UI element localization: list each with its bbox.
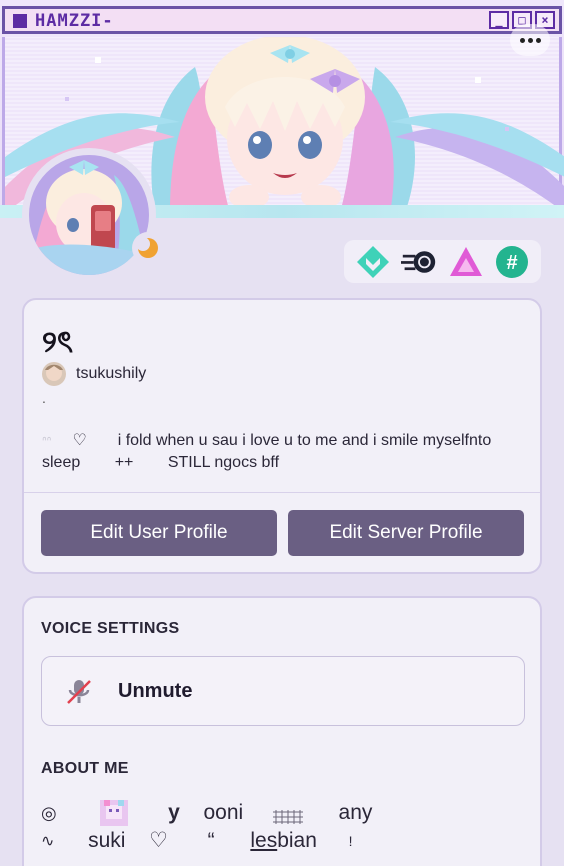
hashtag-badge-icon[interactable]: # <box>494 244 530 280</box>
bio-text-4: STILL ngocs bff <box>167 454 280 471</box>
about-text-any: any <box>338 801 373 824</box>
svg-text:#: # <box>506 252 517 274</box>
more-options-button[interactable] <box>510 24 550 56</box>
avatar[interactable] <box>22 148 164 282</box>
triangle-quest-icon[interactable] <box>448 244 484 280</box>
about-text-bian: bian <box>277 828 317 852</box>
about-me-line-2: ∿ suki ♡ “ lesbian ! <box>41 828 352 853</box>
about-text-les: les <box>250 828 278 852</box>
avatar-illustration <box>29 155 149 275</box>
grid-pattern-icon <box>272 806 303 824</box>
about-text-ooni: ooni <box>203 801 244 824</box>
profile-badges: # <box>344 240 541 283</box>
muted-microphone-icon <box>67 680 91 704</box>
dot-icon <box>535 37 541 43</box>
edit-server-profile-button[interactable]: Edit Server Profile <box>288 510 524 556</box>
bio-dot: . <box>42 390 46 406</box>
username-row: tsukushily <box>42 362 146 386</box>
about-text-y: y <box>168 801 180 824</box>
dot-icon <box>527 37 533 43</box>
target-symbol: ◎ <box>41 802 57 823</box>
about-heart: ♡ <box>149 829 168 852</box>
unmute-label: Unmute <box>118 680 193 702</box>
bio-text-1: i fold when u sau i love u to me and i s… <box>117 432 492 449</box>
profile-card: ୨ৎ tsukushily . ᐢᐢ ♡ i fold when u sau i… <box>22 298 542 574</box>
about-quote: “ <box>207 828 215 852</box>
voice-settings-heading: VOICE SETTINGS <box>41 620 180 637</box>
pixel-window-titlebar: HAMZZI- _ □ × <box>2 6 562 34</box>
pixel-sticker-icon <box>100 800 129 826</box>
wave-symbol: ∿ <box>41 832 55 850</box>
bio-line-2: sleep ++ STILL ngocs bff <box>42 454 279 472</box>
avatar-image <box>29 155 149 275</box>
speed-boost-icon[interactable] <box>401 244 437 280</box>
divider <box>24 492 540 493</box>
settings-card: VOICE SETTINGS Unmute ABOUT ME ◎ y ooni <box>22 596 542 866</box>
window-square-icon <box>13 14 27 28</box>
about-exclaim: ! <box>348 832 353 849</box>
wings-icon: ᐢᐢ <box>42 434 52 448</box>
bio-heart: ♡ <box>72 432 87 449</box>
edit-user-profile-button[interactable]: Edit User Profile <box>41 510 277 556</box>
idle-status-icon <box>132 232 164 264</box>
hypesquad-balance-icon[interactable] <box>355 244 391 280</box>
about-me-heading: ABOUT ME <box>41 760 129 777</box>
bio-text-3: ++ <box>114 454 134 471</box>
username-avatar <box>42 362 66 386</box>
bio-line-1: ᐢᐢ ♡ i fold when u sau i love u to me an… <box>42 430 491 450</box>
unmute-button[interactable]: Unmute <box>41 656 525 726</box>
window-title: HAMZZI- <box>35 11 114 31</box>
dot-icon <box>519 37 525 43</box>
username: tsukushily <box>76 365 147 382</box>
about-me-line-1: ◎ y ooni any <box>41 800 372 826</box>
window-minimize-icon: _ <box>489 11 509 29</box>
bio-text-2: sleep <box>42 454 81 471</box>
about-text-suki: suki <box>88 828 126 852</box>
